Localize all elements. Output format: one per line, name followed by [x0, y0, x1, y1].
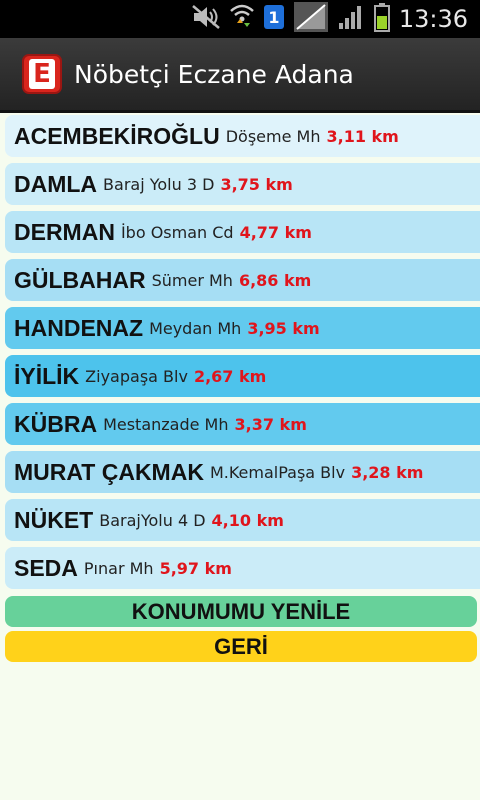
- pharmacy-list: ACEMBEKİROĞLU Döşeme Mh 3,11 km DAMLA Ba…: [5, 115, 480, 595]
- pharmacy-row[interactable]: SEDA Pınar Mh 5,97 km: [5, 547, 480, 589]
- pharmacy-address: BarajYolu 4 D: [99, 510, 206, 530]
- app-title: Nöbetçi Eczane Adana: [74, 59, 354, 89]
- pharmacy-distance: 3,75 km: [220, 174, 293, 194]
- pharmacy-name: NÜKET: [14, 506, 94, 533]
- pharmacy-name: HANDENAZ: [14, 314, 144, 341]
- status-time: 13:36: [398, 5, 468, 33]
- status-icons: 1: [191, 1, 391, 37]
- pharmacy-address: Baraj Yolu 3 D: [103, 174, 215, 194]
- pharmacy-address: Ziyapaşa Blv: [85, 366, 188, 386]
- battery-icon: [373, 2, 391, 36]
- pharmacy-name: SEDA: [14, 554, 78, 581]
- status-bar: 1 13:36: [0, 0, 480, 38]
- pharmacy-distance: 3,95 km: [247, 318, 320, 338]
- pharmacy-distance: 6,86 km: [238, 270, 312, 290]
- pharmacy-distance: 3,11 km: [326, 126, 399, 146]
- pharmacy-address: M.KemalPaşa Blv: [209, 462, 346, 482]
- pharmacy-address: Döşeme Mh: [225, 126, 321, 146]
- pharmacy-address: Mestanzade Mh: [103, 414, 229, 434]
- notification-badge-icon: 1: [263, 4, 285, 34]
- pharmacy-name: İYİLİK: [14, 362, 80, 389]
- app-logo-letter: E: [29, 59, 55, 89]
- mute-icon: [191, 4, 221, 34]
- pharmacy-address: Pınar Mh: [83, 558, 154, 578]
- back-button[interactable]: GERİ: [5, 631, 477, 662]
- pharmacy-row[interactable]: GÜLBAHAR Sümer Mh 6,86 km: [5, 259, 480, 301]
- pharmacy-distance: 2,67 km: [193, 366, 267, 386]
- title-bar: E Nöbetçi Eczane Adana: [0, 38, 480, 113]
- pharmacy-row[interactable]: HANDENAZ Meydan Mh 3,95 km: [5, 307, 480, 349]
- badge-number: 1: [268, 8, 279, 27]
- pharmacy-name: DAMLA: [14, 170, 98, 197]
- pharmacy-name: ACEMBEKİROĞLU: [14, 122, 220, 149]
- pharmacy-address: Meydan Mh: [149, 318, 242, 338]
- pharmacy-address: İbo Osman Cd: [120, 222, 234, 242]
- pharmacy-name: MURAT ÇAKMAK: [14, 458, 204, 485]
- pharmacy-name: GÜLBAHAR: [14, 266, 146, 293]
- pharmacy-row[interactable]: DAMLA Baraj Yolu 3 D 3,75 km: [5, 163, 480, 205]
- pharmacy-name: DERMAN: [14, 218, 115, 245]
- pharmacy-distance: 5,97 km: [159, 558, 232, 578]
- pharmacy-row[interactable]: DERMAN İbo Osman Cd 4,77 km: [5, 211, 480, 253]
- signal-icon: [337, 3, 365, 35]
- pharmacy-row[interactable]: İYİLİK Ziyapaşa Blv 2,67 km: [5, 355, 480, 397]
- pharmacy-distance: 3,37 km: [234, 414, 307, 434]
- pharmacy-row[interactable]: NÜKET BarajYolu 4 D 4,10 km: [5, 499, 480, 541]
- app-logo-icon: E: [22, 54, 62, 94]
- pharmacy-row[interactable]: KÜBRA Mestanzade Mh 3,37 km: [5, 403, 480, 445]
- refresh-location-button[interactable]: KONUMUMU YENİLE: [5, 596, 477, 627]
- pharmacy-distance: 4,77 km: [239, 222, 312, 242]
- pharmacy-row[interactable]: ACEMBEKİROĞLU Döşeme Mh 3,11 km: [5, 115, 480, 157]
- pharmacy-address: Sümer Mh: [151, 270, 233, 290]
- pharmacy-distance: 4,10 km: [211, 510, 284, 530]
- pharmacy-name: KÜBRA: [14, 410, 98, 437]
- wifi-icon: [229, 3, 255, 35]
- pharmacy-distance: 3,28 km: [351, 462, 424, 482]
- no-signal-icon: [293, 1, 329, 37]
- pharmacy-row[interactable]: MURAT ÇAKMAK M.KemalPaşa Blv 3,28 km: [5, 451, 480, 493]
